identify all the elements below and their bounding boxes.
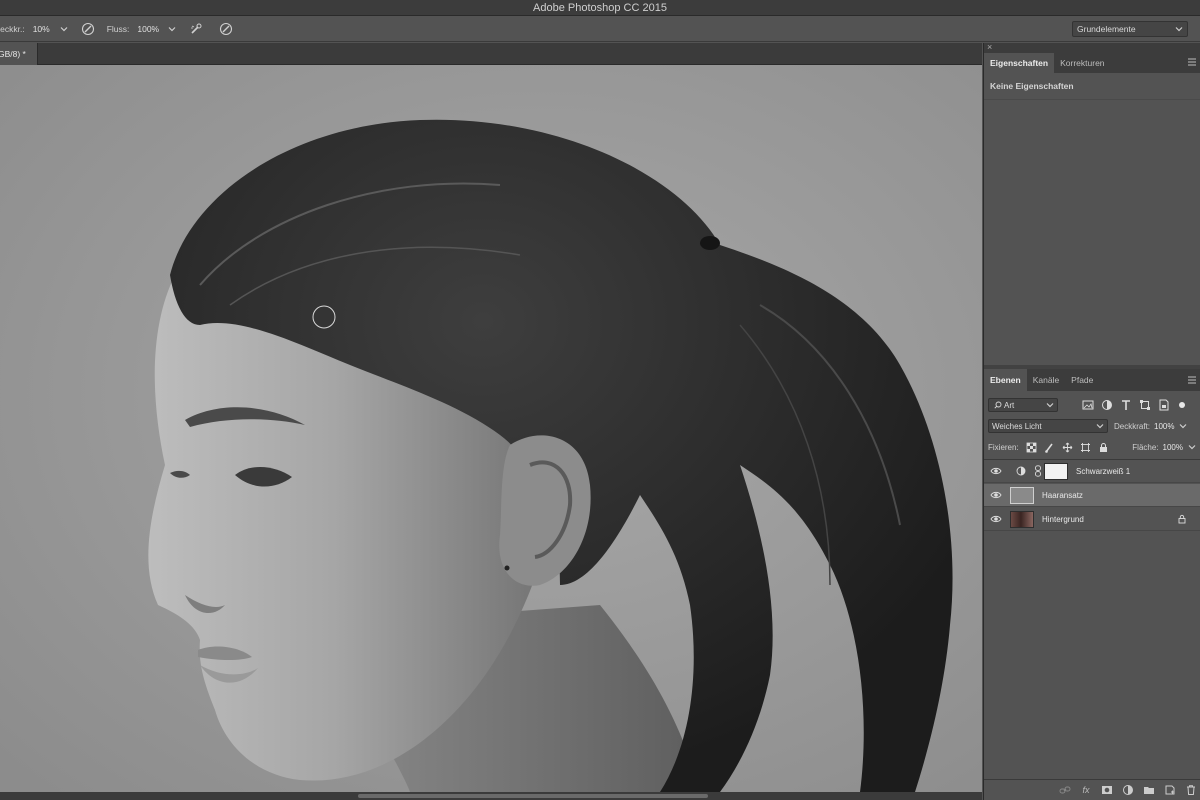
eye-icon[interactable] (990, 489, 1002, 501)
tab-pfade[interactable]: Pfade (1065, 369, 1099, 391)
layer-name[interactable]: Hintergrund (1042, 515, 1177, 524)
folder-icon[interactable] (1143, 784, 1155, 796)
adjustment-filter-icon[interactable] (1101, 399, 1113, 411)
search-icon (994, 401, 1002, 409)
opacity-field[interactable]: 10% (33, 24, 55, 34)
document-tab-bar: GB/8) * (0, 43, 982, 65)
pressure-size-icon[interactable] (219, 22, 233, 36)
window-title: Adobe Photoshop CC 2015 (533, 2, 667, 14)
layer-row[interactable]: Hintergrund (984, 508, 1200, 531)
smartobject-filter-icon[interactable] (1158, 399, 1170, 411)
workspace-label: Grundelemente (1077, 24, 1136, 34)
lock-icon[interactable] (1177, 514, 1187, 524)
layers-footer: fx (984, 779, 1200, 800)
layer-row[interactable]: Schwarzweiß 1 (984, 460, 1200, 483)
text-filter-icon[interactable] (1120, 399, 1132, 411)
add-mask-icon[interactable] (1101, 784, 1113, 796)
layer-filter-row: Art (988, 397, 1197, 413)
title-bar: Adobe Photoshop CC 2015 (0, 0, 1200, 16)
chevron-down-icon[interactable] (1187, 442, 1197, 452)
layer-opacity-field[interactable]: 100% (1154, 422, 1174, 431)
panel-menu-icon[interactable] (1187, 57, 1197, 67)
earring (504, 565, 510, 571)
eye-icon[interactable] (990, 513, 1002, 525)
layers-tabs: Ebenen Kanäle Pfade (984, 369, 1200, 391)
layer-name[interactable]: Schwarzweiß 1 (1076, 467, 1200, 476)
chevron-down-icon (1045, 400, 1055, 410)
pressure-opacity-icon[interactable] (81, 22, 95, 36)
scrollbar-thumb[interactable] (358, 794, 708, 798)
lock-move-icon[interactable] (1062, 442, 1073, 453)
adjustment-layer-icon (1016, 466, 1026, 476)
tab-kanaele[interactable]: Kanäle (1027, 369, 1065, 391)
airbrush-icon[interactable] (189, 22, 203, 36)
new-layer-icon[interactable] (1164, 784, 1176, 796)
document-canvas[interactable] (0, 65, 982, 792)
fill-label: Fläche: (1132, 442, 1159, 452)
fx-icon[interactable]: fx (1080, 784, 1092, 796)
tab-korrekturen[interactable]: Korrekturen (1054, 53, 1110, 73)
flow-label: Fluss: (106, 23, 130, 34)
layer-name[interactable]: Haaransatz (1042, 491, 1200, 500)
panel-close-bar: × (984, 42, 1200, 53)
chevron-down-icon (1174, 24, 1184, 34)
layer-thumbnail[interactable] (1010, 486, 1034, 504)
layers-list: Schwarzweiß 1 Haaransatz Hintergrund (984, 459, 1200, 779)
flow-field[interactable]: 100% (137, 24, 163, 34)
hair-tie (700, 236, 720, 250)
fill-field[interactable]: 100% (1163, 443, 1183, 452)
options-bar: Deckkr.: 10% Fluss: 100% Grundelemente (0, 16, 1200, 42)
layer-mask-thumbnail[interactable] (1044, 462, 1068, 480)
tab-ebenen[interactable]: Ebenen (984, 369, 1027, 391)
layer-filter-label: Art (1004, 400, 1015, 410)
chevron-down-icon (1095, 421, 1105, 431)
layer-opacity-label: Deckkraft: (1114, 421, 1151, 431)
tab-eigenschaften[interactable]: Eigenschaften (984, 53, 1055, 73)
chevron-down-icon[interactable] (1178, 421, 1188, 431)
filter-toggle[interactable] (1179, 402, 1185, 408)
chevron-down-icon[interactable] (167, 24, 177, 34)
eye-icon[interactable] (990, 465, 1002, 477)
chevron-down-icon[interactable] (59, 24, 69, 34)
blend-mode-select[interactable]: Weiches Licht (988, 419, 1108, 433)
layer-thumbnail[interactable] (1010, 510, 1034, 528)
document-tab-label: GB/8) * (0, 49, 26, 59)
opacity-label: Deckkr.: (0, 23, 25, 34)
link-icon[interactable] (1034, 465, 1042, 477)
blend-mode-label: Weiches Licht (992, 421, 1042, 431)
properties-panel: × Eigenschaften Korrekturen Keine Eigens… (984, 42, 1200, 365)
lock-transparency-icon[interactable] (1026, 442, 1037, 453)
divider (984, 99, 1200, 100)
properties-message: Keine Eigenschaften (990, 81, 1074, 91)
lock-brush-icon[interactable] (1044, 442, 1055, 453)
filter-icon-group (1082, 399, 1177, 411)
trash-icon[interactable] (1185, 784, 1197, 796)
lock-row: Fixieren: Fläche: 100% (988, 439, 1197, 455)
right-panel-dock: × Eigenschaften Korrekturen Keine Eigens… (983, 42, 1200, 800)
lock-label: Fixieren: (988, 442, 1019, 452)
workspace-select[interactable]: Grundelemente (1072, 21, 1188, 37)
new-adjustment-icon[interactable] (1122, 784, 1134, 796)
panel-menu-icon[interactable] (1187, 375, 1197, 385)
link-layers-icon[interactable] (1059, 784, 1071, 796)
layer-row[interactable]: Haaransatz (984, 484, 1200, 507)
document-tab[interactable]: GB/8) * (0, 43, 38, 65)
close-icon[interactable]: × (987, 42, 992, 52)
blend-row: Weiches Licht Deckkraft: 100% (988, 418, 1197, 434)
shape-filter-icon[interactable] (1139, 399, 1151, 411)
lock-artboard-icon[interactable] (1080, 442, 1091, 453)
properties-tabs: Eigenschaften Korrekturen (984, 53, 1200, 73)
lock-all-icon[interactable] (1098, 442, 1109, 453)
layers-panel: Ebenen Kanäle Pfade Art Weiches Licht De… (984, 369, 1200, 800)
canvas-image (0, 65, 982, 792)
layer-filter-select[interactable]: Art (988, 398, 1058, 412)
image-filter-icon[interactable] (1082, 399, 1094, 411)
horizontal-scrollbar[interactable] (0, 792, 982, 800)
